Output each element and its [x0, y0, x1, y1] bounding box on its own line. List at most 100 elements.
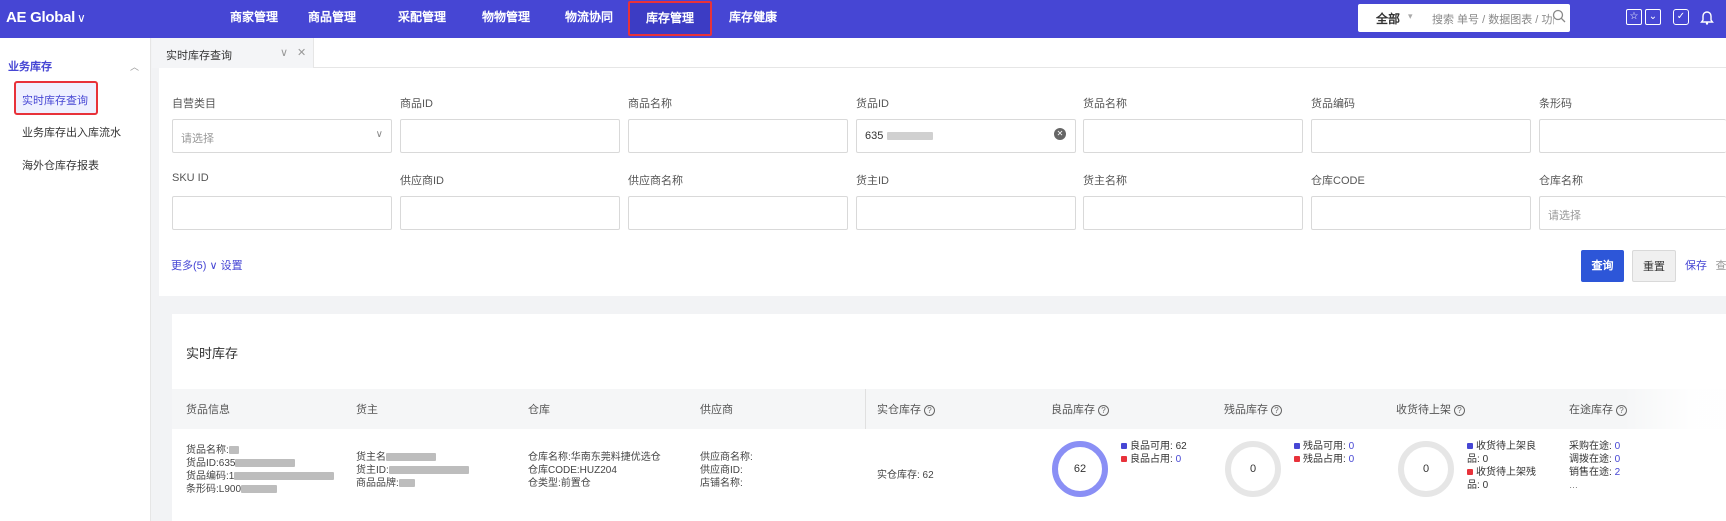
- legend-value[interactable]: 0: [1349, 454, 1355, 465]
- filter-label: 货主名称: [1083, 175, 1127, 187]
- in-transit-cell: 采购在途: 0 调拨在途: 0 销售在途: 2 …: [1569, 440, 1620, 492]
- legend-value[interactable]: 0: [1176, 454, 1182, 465]
- chevron-down-icon: ∨: [76, 11, 86, 25]
- reset-button[interactable]: 重置: [1632, 250, 1676, 282]
- task-check-icon[interactable]: ✓: [1673, 9, 1689, 25]
- help-icon[interactable]: ?: [1454, 405, 1465, 416]
- filter-label: 商品ID: [400, 98, 433, 110]
- chevron-down-icon: ∨: [375, 129, 383, 140]
- header-label: 良品库存: [1051, 404, 1095, 416]
- query-button[interactable]: 查询: [1581, 250, 1624, 282]
- legend-dot: [1467, 443, 1473, 450]
- header-label: 收货待上架: [1396, 404, 1451, 416]
- nav-inventory-health[interactable]: 库存健康: [727, 0, 779, 38]
- legend-label: 良品占用:: [1130, 454, 1173, 465]
- filter-label: 货品ID: [856, 98, 889, 110]
- tab-realtime-stock[interactable]: 实时库存查询 ∨ ✕: [152, 38, 314, 68]
- transit-value[interactable]: 0: [1615, 441, 1621, 452]
- barcode: 条形码:L900: [186, 484, 242, 495]
- dropdown-icon[interactable]: ⌄: [1645, 9, 1661, 25]
- filter-panel: [159, 68, 1726, 296]
- close-icon[interactable]: ✕: [297, 46, 306, 59]
- brand-label: AE Global: [6, 9, 75, 26]
- good-stock-legend: 良品可用: 62 良品占用: 0: [1121, 440, 1187, 466]
- col-owner: 货主: [356, 404, 378, 416]
- product-name-input[interactable]: [628, 119, 848, 153]
- legend-dot: [1467, 469, 1473, 476]
- nav-logistics[interactable]: 物流协同: [563, 0, 615, 38]
- filter-label: 自营类目: [172, 98, 216, 110]
- header-label: 在途库存: [1569, 404, 1613, 416]
- sidebar-item-realtime-stock[interactable]: 实时库存查询: [22, 92, 88, 108]
- receiving-ring: 0: [1398, 441, 1454, 497]
- header-label: 实仓库存: [877, 404, 921, 416]
- redacted-value: [235, 459, 296, 468]
- bell-icon[interactable]: [1700, 9, 1714, 25]
- save-button[interactable]: 保存: [1684, 250, 1708, 282]
- nav-product[interactable]: 商品管理: [306, 0, 358, 38]
- warehouse-name-select[interactable]: 请选择: [1539, 196, 1726, 230]
- nav-goods[interactable]: 物物管理: [480, 0, 532, 38]
- barcode-input[interactable]: [1539, 119, 1726, 153]
- nav-merchant[interactable]: 商家管理: [228, 0, 280, 38]
- receiving-legend: 收货待上架良 品: 0 收货待上架残 品: 0: [1467, 440, 1536, 492]
- owner-id-input[interactable]: [856, 196, 1076, 230]
- sku-id-input[interactable]: [172, 196, 392, 230]
- goods-code: 货品编码:1: [186, 471, 235, 482]
- product-id-input[interactable]: [400, 119, 620, 153]
- nav-procurement[interactable]: 采配管理: [396, 0, 448, 38]
- transit-value[interactable]: 2: [1615, 467, 1621, 478]
- good-stock-ring: 62: [1052, 441, 1108, 497]
- search-input[interactable]: 搜索 单号 / 数据图表 / 功能: [1432, 11, 1554, 27]
- supplier-id-input[interactable]: [400, 196, 620, 230]
- search-icon[interactable]: [1552, 9, 1566, 23]
- ring-value: 62: [1073, 463, 1087, 475]
- warehouse-code-input[interactable]: [1311, 196, 1531, 230]
- legend-label: 收货待上架良: [1476, 441, 1536, 452]
- settings-link[interactable]: 设置: [221, 260, 243, 272]
- supplier-name: 供应商名称:: [700, 452, 753, 463]
- sidebar-item-overseas-report[interactable]: 海外仓库存报表: [22, 157, 99, 173]
- chevron-down-icon: ∨: [209, 260, 218, 272]
- search-scope-select[interactable]: 全部: [1376, 10, 1400, 27]
- input-value: 635: [865, 130, 884, 142]
- legend-value: 62: [1175, 441, 1187, 452]
- filter-label: 商品名称: [628, 98, 672, 110]
- more-filters-link[interactable]: 更多(5) ∨ 设置: [171, 257, 243, 273]
- goods-name-input[interactable]: [1083, 119, 1303, 153]
- help-icon[interactable]: ?: [1271, 405, 1282, 416]
- chevron-up-icon[interactable]: ︿: [130, 60, 139, 73]
- app-brand[interactable]: AE Global ∨: [6, 9, 86, 26]
- col-receiving: 收货待上架?: [1396, 401, 1465, 417]
- defect-stock-ring: 0: [1225, 441, 1281, 497]
- help-icon[interactable]: ?: [1098, 405, 1109, 416]
- clear-input-icon[interactable]: ✕: [1054, 128, 1066, 140]
- header-label: 残品库存: [1224, 404, 1268, 416]
- supplier-id: 供应商ID:: [700, 465, 743, 476]
- goods-id: 货品ID:635: [186, 458, 236, 469]
- help-icon[interactable]: ?: [924, 405, 935, 416]
- owner-name-input[interactable]: [1083, 196, 1303, 230]
- redacted-value: [234, 472, 335, 481]
- col-real-stock: 实仓库存?: [877, 401, 935, 417]
- sidebar-group-business-inventory[interactable]: 业务库存: [8, 58, 52, 74]
- brand: 商品品牌:: [356, 478, 399, 489]
- owner-cell: 货主名 货主ID: 商品品牌:: [356, 451, 469, 490]
- category-select[interactable]: 请选择 ∨: [172, 119, 392, 153]
- more-label: 更多(5): [171, 260, 207, 272]
- warehouse-cell: 仓库名称:华南东莞料捷优选仓 仓库CODE:HUZ204 仓类型:前置仓: [528, 451, 661, 490]
- legend-dot: [1294, 456, 1300, 463]
- global-search[interactable]: 全部 ▾ 搜索 单号 / 数据图表 / 功能: [1358, 4, 1570, 32]
- supplier-name-input[interactable]: [628, 196, 848, 230]
- goods-id-input[interactable]: 635: [856, 119, 1076, 153]
- legend-dot: [1121, 443, 1127, 450]
- star-icon[interactable]: ☆: [1626, 9, 1642, 25]
- warehouse-code: 仓库CODE:HUZ204: [528, 465, 617, 476]
- tab-dropdown-icon[interactable]: ∨: [280, 46, 288, 59]
- transit-value[interactable]: 0: [1615, 454, 1621, 465]
- legend-value[interactable]: 0: [1349, 441, 1355, 452]
- nav-inventory-management[interactable]: 库存管理: [628, 1, 712, 36]
- sidebar-item-stock-flow[interactable]: 业务库存出入库流水: [22, 124, 121, 140]
- goods-code-input[interactable]: [1311, 119, 1531, 153]
- more-button[interactable]: 查: [1715, 250, 1726, 282]
